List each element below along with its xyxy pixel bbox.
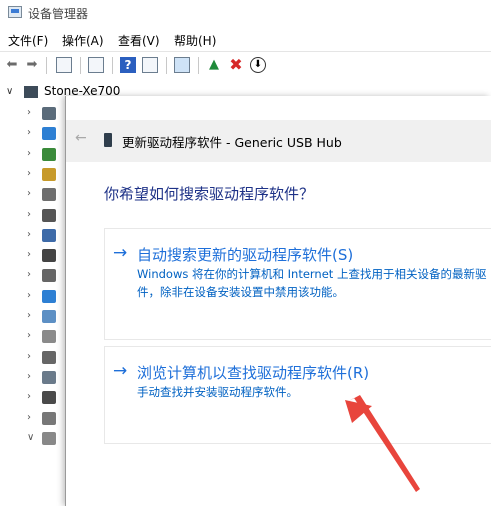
chevron-right-icon[interactable]: › xyxy=(27,391,31,402)
device-category-icon xyxy=(42,249,56,263)
help-icon[interactable]: ? xyxy=(120,57,136,73)
chevron-right-icon[interactable]: › xyxy=(27,310,31,321)
tree-item[interactable]: › xyxy=(0,287,66,307)
chevron-right-icon[interactable]: › xyxy=(27,290,31,301)
device-category-icon xyxy=(42,107,56,120)
chevron-right-icon[interactable]: › xyxy=(27,148,31,159)
tree-item[interactable]: › xyxy=(0,368,66,388)
toolbar-separator xyxy=(46,57,47,74)
dialog-question: 你希望如何搜索驱动程序软件？ xyxy=(104,185,315,203)
menu-action[interactable]: 操作(A) xyxy=(62,32,104,49)
device-category-icon xyxy=(42,127,56,141)
browse-computer-title: 浏览计算机以查找驱动程序软件(R) xyxy=(137,364,370,382)
toolbar-separator xyxy=(198,57,199,74)
menu-file[interactable]: 文件(F) xyxy=(8,32,48,49)
tree-item[interactable]: › xyxy=(0,185,66,205)
device-category-icon xyxy=(42,188,56,202)
browse-computer-option[interactable]: → 浏览计算机以查找驱动程序软件(R) 手动查找并安装驱动程序软件。 xyxy=(104,346,491,444)
tree-item[interactable]: › xyxy=(0,307,66,327)
chevron-right-icon[interactable]: › xyxy=(27,168,31,179)
chevron-right-icon[interactable]: › xyxy=(27,127,31,138)
properties-icon[interactable] xyxy=(56,57,72,73)
chevron-right-icon[interactable]: › xyxy=(27,330,31,341)
device-category-icon xyxy=(42,147,56,161)
uninstall-icon[interactable]: ✖ xyxy=(228,57,244,73)
monitor-icon[interactable] xyxy=(174,57,190,73)
device-category-icon xyxy=(42,289,56,303)
toolbar-separator xyxy=(166,57,167,74)
device-category-icon xyxy=(42,411,56,425)
chevron-right-icon[interactable]: › xyxy=(27,269,31,280)
update-driver-icon[interactable]: ▲ xyxy=(206,57,222,73)
scan-hardware-icon[interactable]: ⬇ xyxy=(250,57,266,73)
tree-item[interactable]: › xyxy=(0,165,66,185)
app-title: 设备管理器 xyxy=(28,7,89,21)
auto-search-title: 自动搜索更新的驱动程序软件(S) xyxy=(137,246,354,264)
device-category-icon xyxy=(42,431,56,445)
back-icon[interactable]: ← xyxy=(75,130,87,146)
tree-item[interactable]: › xyxy=(0,145,66,165)
tree-item[interactable]: › xyxy=(0,266,66,286)
dialog-header: ← 更新驱动程序软件 - Generic USB Hub xyxy=(66,120,491,162)
chevron-right-icon[interactable]: › xyxy=(27,351,31,362)
auto-search-option[interactable]: → 自动搜索更新的驱动程序软件(S) Windows 将在你的计算机和 Inte… xyxy=(104,228,491,340)
device-manager-icon xyxy=(8,6,22,18)
tree-item[interactable]: ∨ xyxy=(0,429,66,449)
menu-bar: 文件(F) 操作(A) 查看(V) 帮助(H) xyxy=(0,28,491,50)
tree-item[interactable]: › xyxy=(0,226,66,246)
tree-item[interactable]: › xyxy=(0,206,66,226)
toolbar-separator xyxy=(80,57,81,74)
device-category-icon xyxy=(42,391,56,405)
tree-item[interactable]: › xyxy=(0,124,66,144)
device-category-icon xyxy=(42,208,56,222)
tree-item[interactable]: › xyxy=(0,348,66,368)
tree-item[interactable]: › xyxy=(0,327,66,347)
menu-help[interactable]: 帮助(H) xyxy=(174,32,216,49)
tree-item[interactable]: › xyxy=(0,388,66,408)
device-category-icon xyxy=(42,228,56,242)
toolbar-separator xyxy=(112,57,113,74)
toolbar: ⬅ ➡ ? ▲ ✖ ⬇ xyxy=(0,51,491,78)
usb-device-icon xyxy=(104,133,112,147)
update-driver-dialog: ← 更新驱动程序软件 - Generic USB Hub 你希望如何搜索驱动程序… xyxy=(66,96,491,506)
menu-view[interactable]: 查看(V) xyxy=(118,32,160,49)
device-category-icon xyxy=(42,330,56,344)
auto-search-desc-line1: Windows 将在你的计算机和 Internet 上查找用于相关设备的最新驱 xyxy=(137,267,487,281)
device-category-icon xyxy=(42,350,56,364)
show-hidden-icon[interactable] xyxy=(88,57,104,73)
browse-computer-desc: 手动查找并安装驱动程序软件。 xyxy=(137,385,298,399)
tree-item[interactable]: › xyxy=(0,409,66,429)
auto-search-desc-line2: 件，除非在设备安装设置中禁用该功能。 xyxy=(137,285,344,299)
chevron-down-icon[interactable]: ∨ xyxy=(27,432,34,443)
title-bar: 设备管理器 xyxy=(0,0,491,26)
chevron-right-icon[interactable]: › xyxy=(27,209,31,220)
chevron-right-icon[interactable]: › xyxy=(27,188,31,199)
device-category-icon xyxy=(42,370,56,384)
chevron-right-icon[interactable]: › xyxy=(27,412,31,423)
arrow-right-icon: → xyxy=(113,361,128,381)
tree-item[interactable]: › xyxy=(0,104,66,124)
chevron-down-icon[interactable]: ∨ xyxy=(6,86,13,97)
device-category-icon xyxy=(42,310,56,323)
forward-arrow-icon[interactable]: ➡ xyxy=(24,57,40,73)
device-category-icon xyxy=(42,167,56,181)
chevron-right-icon[interactable]: › xyxy=(27,229,31,240)
device-category-icon xyxy=(42,269,56,283)
computer-icon xyxy=(24,86,38,98)
chevron-right-icon[interactable]: › xyxy=(27,249,31,260)
dialog-title: 更新驱动程序软件 - Generic USB Hub xyxy=(122,135,342,150)
back-arrow-icon[interactable]: ⬅ xyxy=(4,57,20,73)
chevron-right-icon[interactable]: › xyxy=(27,107,31,118)
tree-item[interactable]: › xyxy=(0,246,66,266)
arrow-right-icon: → xyxy=(113,243,128,263)
chevron-right-icon[interactable]: › xyxy=(27,371,31,382)
action-pane-icon[interactable] xyxy=(142,57,158,73)
